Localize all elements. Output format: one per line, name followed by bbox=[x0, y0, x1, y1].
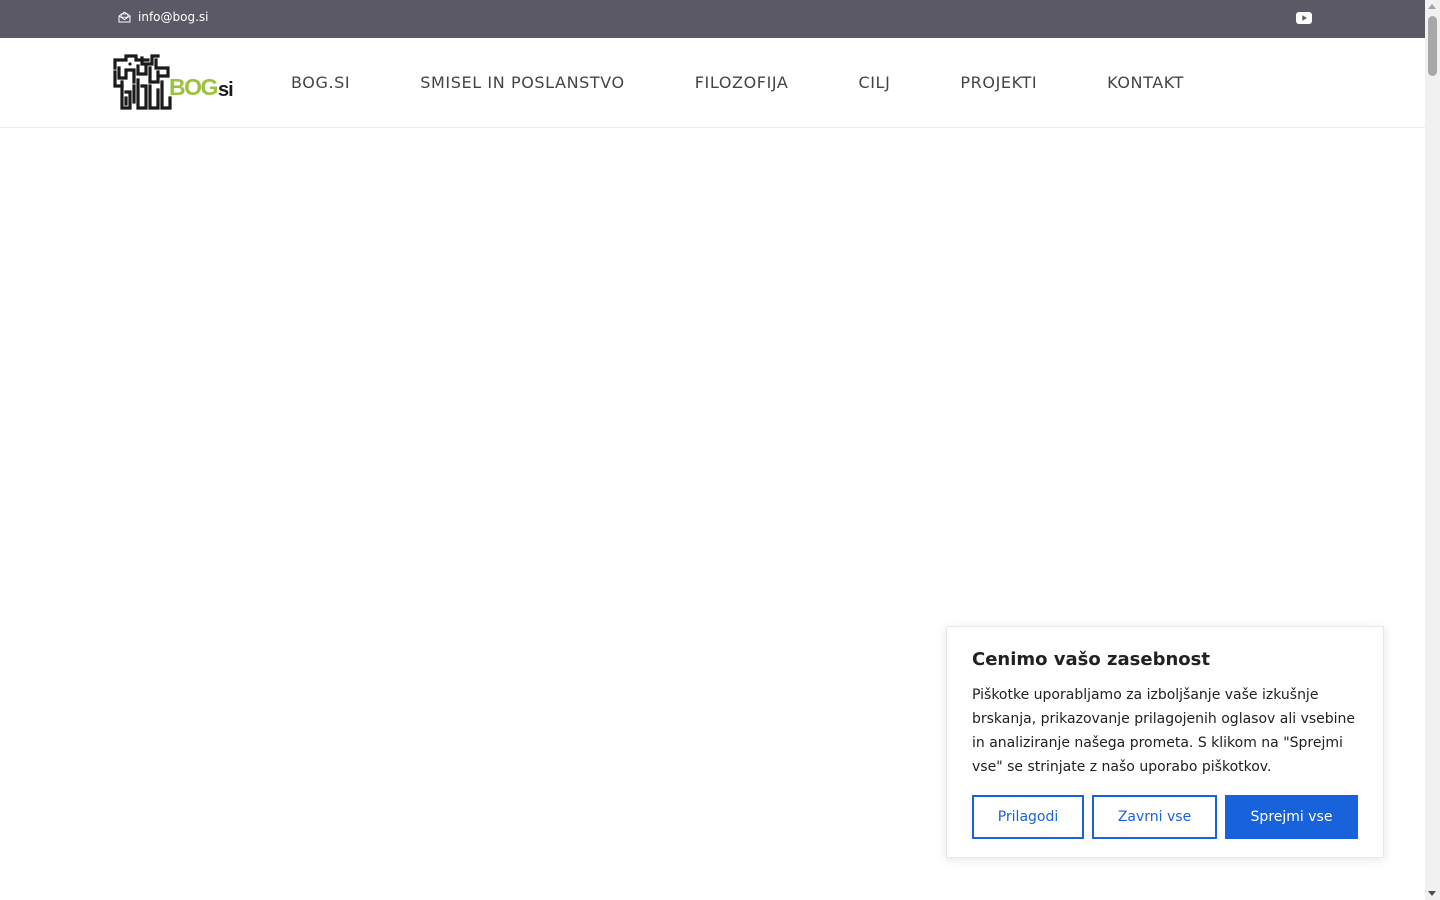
nav-item-filozofija[interactable]: FILOZOFIJA bbox=[660, 38, 824, 127]
top-bar: info@bog.si bbox=[0, 0, 1425, 38]
nav-item-kontakt[interactable]: KONTAKT bbox=[1072, 38, 1219, 127]
customize-button[interactable]: Prilagodi bbox=[972, 795, 1084, 839]
scroll-down-arrow-icon[interactable] bbox=[1428, 891, 1436, 896]
envelope-open-icon bbox=[118, 11, 131, 23]
page: info@bog.si BOG si BOG.SI SMISEL IN POSL… bbox=[0, 0, 1440, 900]
nav-item-cilj[interactable]: CILJ bbox=[823, 38, 925, 127]
cookie-buttons: Prilagodi Zavrni vse Sprejmi vse bbox=[972, 795, 1358, 839]
nav-item-bog-si[interactable]: BOG.SI bbox=[256, 38, 385, 127]
email-text: info@bog.si bbox=[138, 10, 209, 24]
reject-all-button[interactable]: Zavrni vse bbox=[1092, 795, 1217, 839]
accept-all-button[interactable]: Sprejmi vse bbox=[1225, 795, 1358, 839]
cookie-text: Piškotke uporabljamo za izboljšanje vaše… bbox=[972, 687, 1356, 775]
nav-item-smisel-in-poslanstvo[interactable]: SMISEL IN POSLANSTVO bbox=[385, 38, 660, 127]
logo-text-si: si bbox=[218, 79, 233, 101]
logo-text-bog: BOG bbox=[169, 74, 218, 100]
page-scrollbar[interactable] bbox=[1425, 0, 1440, 900]
main-nav: BOG.SI SMISEL IN POSLANSTVO FILOZOFIJA C… bbox=[256, 38, 1219, 127]
bog-logo[interactable]: BOG si bbox=[112, 54, 238, 112]
nav-item-projekti[interactable]: PROJEKTI bbox=[925, 38, 1072, 127]
scroll-up-arrow-icon[interactable] bbox=[1428, 4, 1436, 9]
site-header: BOG si BOG.SI SMISEL IN POSLANSTVO FILOZ… bbox=[0, 38, 1425, 128]
scrollbar-thumb[interactable] bbox=[1428, 16, 1437, 76]
cookie-consent-popup: Cenimo vašo zasebnost Piškotke uporablja… bbox=[946, 626, 1384, 858]
youtube-icon[interactable] bbox=[1296, 12, 1312, 24]
email-link[interactable]: info@bog.si bbox=[118, 10, 208, 24]
cookie-title: Cenimo vašo zasebnost bbox=[972, 649, 1210, 670]
